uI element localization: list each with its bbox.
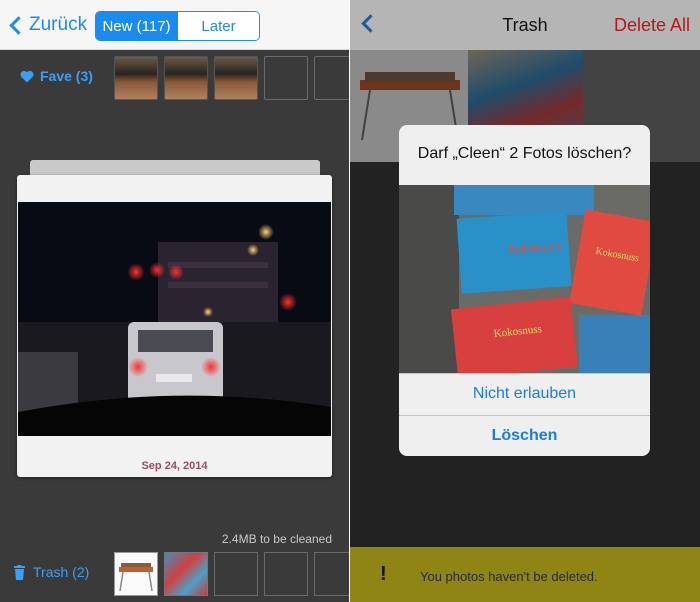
back-button[interactable]: Zurück: [8, 12, 87, 38]
segment-new[interactable]: New (117): [96, 12, 177, 40]
delete-all-button[interactable]: Delete All: [614, 15, 690, 36]
back-button-label: Zurück: [29, 14, 88, 35]
fave-empty-slot: [314, 56, 350, 100]
fave-row: Fave (3): [0, 52, 350, 102]
toast-message: You photos haven't be deleted.: [420, 569, 598, 584]
fave-thumbnail[interactable]: [164, 56, 208, 100]
segmented-control: New (117) Later: [95, 11, 260, 41]
trash-empty-slot: [264, 552, 308, 596]
trash-icon: [14, 564, 25, 580]
warning-toast: ! You photos haven't be deleted.: [350, 547, 700, 602]
delete-button[interactable]: Löschen: [399, 415, 650, 456]
trash-thumbnail[interactable]: [114, 552, 158, 596]
heart-icon: [20, 70, 34, 82]
left-navigation-bar: Zurück New (117) Later: [0, 0, 350, 50]
fave-thumbnail[interactable]: [214, 56, 258, 100]
right-navigation-bar: Trash Delete All: [350, 0, 700, 50]
fave-label: Fave (3): [40, 68, 93, 84]
photo-card[interactable]: Sep 24, 2014: [17, 175, 332, 477]
chevron-left-icon: [9, 15, 28, 35]
segment-later[interactable]: Later: [177, 12, 259, 40]
fave-empty-slot: [264, 56, 308, 100]
trash-empty-slot: [214, 552, 258, 596]
alert-title: Darf „Cleen“ 2 Fotos löschen?: [417, 145, 632, 162]
cleaned-size-text: 2.4MB to be cleaned: [221, 532, 332, 546]
trash-label: Trash (2): [33, 564, 90, 580]
fave-thumbnail[interactable]: [114, 56, 158, 100]
deny-button[interactable]: Nicht erlauben: [399, 373, 650, 414]
permission-alert: Darf „Cleen“ 2 Fotos löschen? Kokosnuss …: [399, 125, 650, 456]
trash-row: Trash (2): [0, 548, 350, 602]
fave-button[interactable]: Fave (3): [20, 68, 93, 84]
right-screen: Trash Delete All Darf „Cleen“ 2 Fotos lö…: [350, 0, 700, 602]
alert-books-photo: Kokosnuss Kokosnuss Kokosnuss: [399, 185, 650, 373]
left-screen: Zurück New (117) Later Fave (3) Sep 24, …: [0, 0, 350, 602]
trash-thumbnail[interactable]: [164, 552, 208, 596]
photo-date: Sep 24, 2014: [141, 460, 208, 472]
trash-empty-slot: [314, 552, 350, 596]
exclamation-icon: !: [380, 563, 387, 585]
night-street-photo: [18, 202, 331, 436]
card-stack-middle: [30, 160, 320, 176]
trash-button[interactable]: Trash (2): [14, 564, 89, 580]
